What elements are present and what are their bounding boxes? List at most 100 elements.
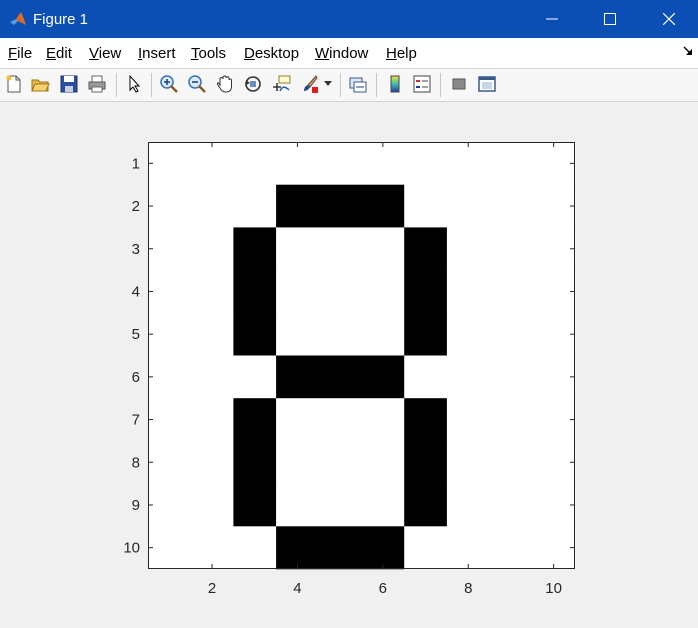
menu-view[interactable]: View	[89, 45, 121, 62]
heatmap-cell	[532, 440, 576, 484]
minimize-button[interactable]	[523, 0, 581, 38]
heatmap-cell	[361, 526, 405, 570]
heatmap-cell	[361, 312, 405, 356]
heatmap-cell	[233, 440, 277, 484]
chevron-down-icon[interactable]	[321, 72, 335, 96]
heatmap-cell	[404, 270, 448, 314]
heatmap-cell	[318, 142, 362, 185]
heatmap-cell	[148, 270, 191, 314]
colorbar-icon[interactable]	[383, 72, 407, 96]
y-tick-label: 8	[132, 454, 140, 471]
heatmap-cell	[532, 184, 576, 228]
heatmap-cell	[489, 440, 533, 484]
heatmap-cell	[190, 355, 234, 399]
heatmap-cell	[190, 483, 234, 527]
menu-desktop[interactable]: Desktop	[244, 45, 299, 62]
new-figure-icon[interactable]	[2, 72, 26, 96]
heatmap-cell	[446, 483, 490, 527]
heatmap-cell	[404, 483, 448, 527]
heatmap-cell	[276, 227, 320, 271]
figure-canvas: 1 2 3 4 5 6 7 8 9 10 2 4 6 8 10	[0, 102, 698, 628]
heatmap-cell	[148, 355, 191, 399]
heatmap-cell	[276, 142, 320, 185]
toolbar-separator	[340, 73, 341, 97]
open-file-icon[interactable]	[28, 72, 52, 96]
close-icon	[663, 13, 675, 25]
y-tick-label: 9	[132, 497, 140, 514]
heatmap-cell	[190, 398, 234, 442]
pan-hand-icon[interactable]	[213, 72, 237, 96]
heatmap-cell	[318, 184, 362, 228]
y-tick-label: 7	[132, 412, 140, 429]
heatmap-cell	[233, 184, 277, 228]
menu-tools[interactable]: Tools	[191, 45, 226, 62]
heatmap-cell	[233, 270, 277, 314]
rotate-3d-icon[interactable]	[241, 72, 265, 96]
heatmap-cell	[404, 184, 448, 228]
heatmap-cell	[361, 184, 405, 228]
heatmap-cell	[361, 398, 405, 442]
dock-figure-icon[interactable]	[683, 45, 693, 59]
heatmap-cell	[489, 355, 533, 399]
heatmap-cell	[276, 440, 320, 484]
close-button[interactable]	[640, 0, 698, 38]
menu-window[interactable]: Window	[315, 45, 368, 62]
link-plot-icon[interactable]	[346, 72, 370, 96]
figure-toolbar	[0, 69, 698, 102]
heatmap-cell	[233, 398, 277, 442]
edit-plot-arrow-icon[interactable]	[122, 72, 146, 96]
menu-insert[interactable]: Insert	[138, 45, 176, 62]
menu-help[interactable]: Help	[386, 45, 417, 62]
heatmap-cell	[233, 142, 277, 185]
zoom-out-icon[interactable]	[185, 72, 209, 96]
heatmap-cell	[446, 312, 490, 356]
heatmap-cell	[446, 142, 490, 185]
heatmap-cell	[233, 355, 277, 399]
heatmap-cell	[233, 227, 277, 271]
heatmap-cell	[361, 355, 405, 399]
heatmap-cell	[148, 227, 191, 271]
menu-file[interactable]: File	[8, 45, 32, 62]
show-plot-tools-icon[interactable]	[475, 72, 499, 96]
heatmap-cell	[361, 227, 405, 271]
heatmap-cell	[148, 526, 191, 570]
x-tick-label: 8	[464, 580, 472, 597]
heatmap-cell	[318, 312, 362, 356]
save-icon[interactable]	[57, 72, 81, 96]
y-tick-label: 3	[132, 241, 140, 258]
hide-plot-tools-icon[interactable]	[447, 72, 471, 96]
heatmap-cell	[148, 440, 191, 484]
heatmap-cell	[318, 227, 362, 271]
image-plot[interactable]: 1 2 3 4 5 6 7 8 9 10 2 4 6 8 10	[0, 102, 698, 628]
print-icon[interactable]	[85, 72, 109, 96]
x-tick-label: 2	[208, 580, 216, 597]
x-tick-label: 6	[379, 580, 387, 597]
heatmap-cell	[404, 355, 448, 399]
y-tick-label: 10	[123, 540, 140, 557]
heatmap-cell	[318, 270, 362, 314]
heatmap-cell	[318, 526, 362, 570]
heatmap-cell	[404, 227, 448, 271]
heatmap-cell	[276, 184, 320, 228]
maximize-button[interactable]	[581, 0, 639, 38]
heatmap-cell	[276, 312, 320, 356]
heatmap-cell	[276, 270, 320, 314]
x-tick-label: 4	[293, 580, 301, 597]
heatmap-cell	[276, 355, 320, 399]
heatmap-cell	[190, 184, 234, 228]
heatmap-cell	[361, 483, 405, 527]
legend-icon[interactable]	[410, 72, 434, 96]
menu-edit[interactable]: Edit	[46, 45, 72, 62]
heatmap-cell	[190, 526, 234, 570]
y-tick-label: 6	[132, 369, 140, 386]
y-tick-label: 1	[132, 155, 140, 172]
heatmap-cell	[532, 270, 576, 314]
heatmap-cell	[404, 312, 448, 356]
zoom-in-icon[interactable]	[157, 72, 181, 96]
brush-icon[interactable]	[297, 72, 321, 96]
data-cursor-icon[interactable]	[269, 72, 293, 96]
title-bar: Figure 1	[0, 0, 698, 38]
minimize-icon	[546, 18, 558, 20]
y-tick-label: 4	[132, 283, 140, 300]
heatmap-cell	[148, 142, 191, 185]
